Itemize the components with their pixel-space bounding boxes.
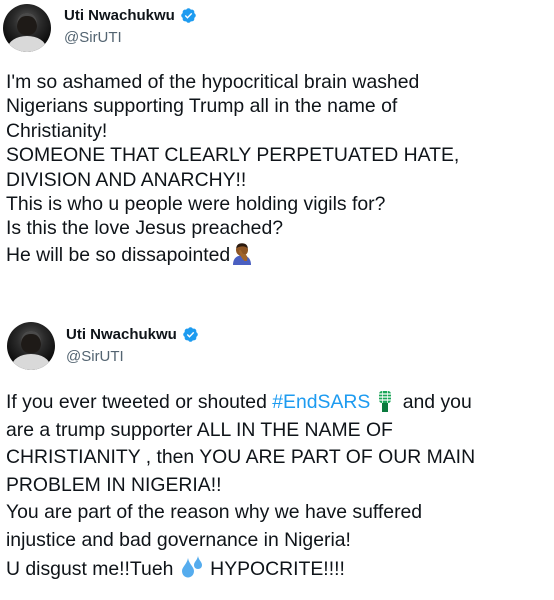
person-facepalming-emoji-icon	[233, 243, 252, 265]
tweet-text-fragment: He will be so dissapointed	[6, 243, 231, 266]
tweet-text: I'm so ashamed of the hypocritical brain…	[6, 70, 459, 267]
tweet-text-fragment: U disgust me!!Tueh	[6, 557, 179, 580]
tweet-text-fragment: If you ever tweeted or shouted	[6, 391, 273, 413]
tweet-text: If you ever tweeted or shouted #EndSARS …	[6, 388, 475, 583]
verified-badge-icon	[183, 327, 198, 342]
tweet-text-line: are a trump supporter ALL IN THE NAME OF	[6, 418, 393, 441]
author-handle[interactable]: @SirUTI	[66, 348, 124, 365]
sweat-droplets-emoji-icon	[181, 555, 202, 578]
tweet-2: Uti Nwachukwu @SirUTI If you ever tweete…	[0, 318, 554, 600]
tweet-text-line: DIVISION AND ANARCHY!!	[6, 168, 247, 191]
tweet-text-line-last: He will be so dissapointed	[6, 241, 459, 267]
avatar[interactable]	[7, 322, 55, 370]
avatar-face	[17, 12, 37, 35]
tweet-text-line: U disgust me!!Tueh HYPOCRITE!!!!	[6, 555, 475, 584]
author-display-name[interactable]: Uti Nwachukwu	[66, 326, 177, 343]
tweet-text-line: CHRISTIANITY , then YOU ARE PART OF OUR …	[6, 446, 476, 469]
tweet-text-fragment: and you	[397, 391, 472, 413]
tweet-1: Uti Nwachukwu @SirUTI I'm so ashamed of …	[0, 0, 554, 318]
tweet-text-line: This is who u people were holding vigils…	[6, 193, 386, 216]
tweet-text-line: You are part of the reason why we have s…	[6, 501, 423, 524]
tweet-text-line: Is this the love Jesus preached?	[6, 217, 284, 240]
tweet-text-line: I'm so ashamed of the hypocritical brain…	[6, 71, 420, 93]
tweet-text-line: Christianity!	[6, 119, 108, 142]
tweet-text-line: SOMEONE THAT CLEARLY PERPETUATED HATE,	[6, 144, 460, 167]
raised-fist-emoji-icon	[379, 391, 392, 412]
tweet-text-line: Nigerians supporting Trump all in the na…	[6, 95, 398, 118]
author-handle[interactable]: @SirUTI	[64, 29, 122, 46]
verified-badge-icon	[181, 8, 196, 23]
author-name-row: Uti Nwachukwu	[66, 326, 199, 343]
tweet-text-line: injustice and bad governance in Nigeria!	[6, 528, 351, 551]
hashtag-link[interactable]: #EndSARS	[272, 391, 370, 413]
avatar-shoulders	[11, 353, 51, 370]
avatar-shoulders	[7, 35, 47, 52]
tweet-text-fragment: HYPOCRITE!!!!	[204, 557, 345, 580]
tweet-text-line: If you ever tweeted or shouted #EndSARS …	[6, 388, 475, 417]
avatar[interactable]	[3, 4, 51, 52]
author-name-row: Uti Nwachukwu	[64, 7, 197, 24]
author-display-name[interactable]: Uti Nwachukwu	[64, 7, 175, 24]
tweet-text-line: PROBLEM IN NIGERIA!!	[6, 473, 222, 496]
avatar-face	[21, 330, 41, 353]
